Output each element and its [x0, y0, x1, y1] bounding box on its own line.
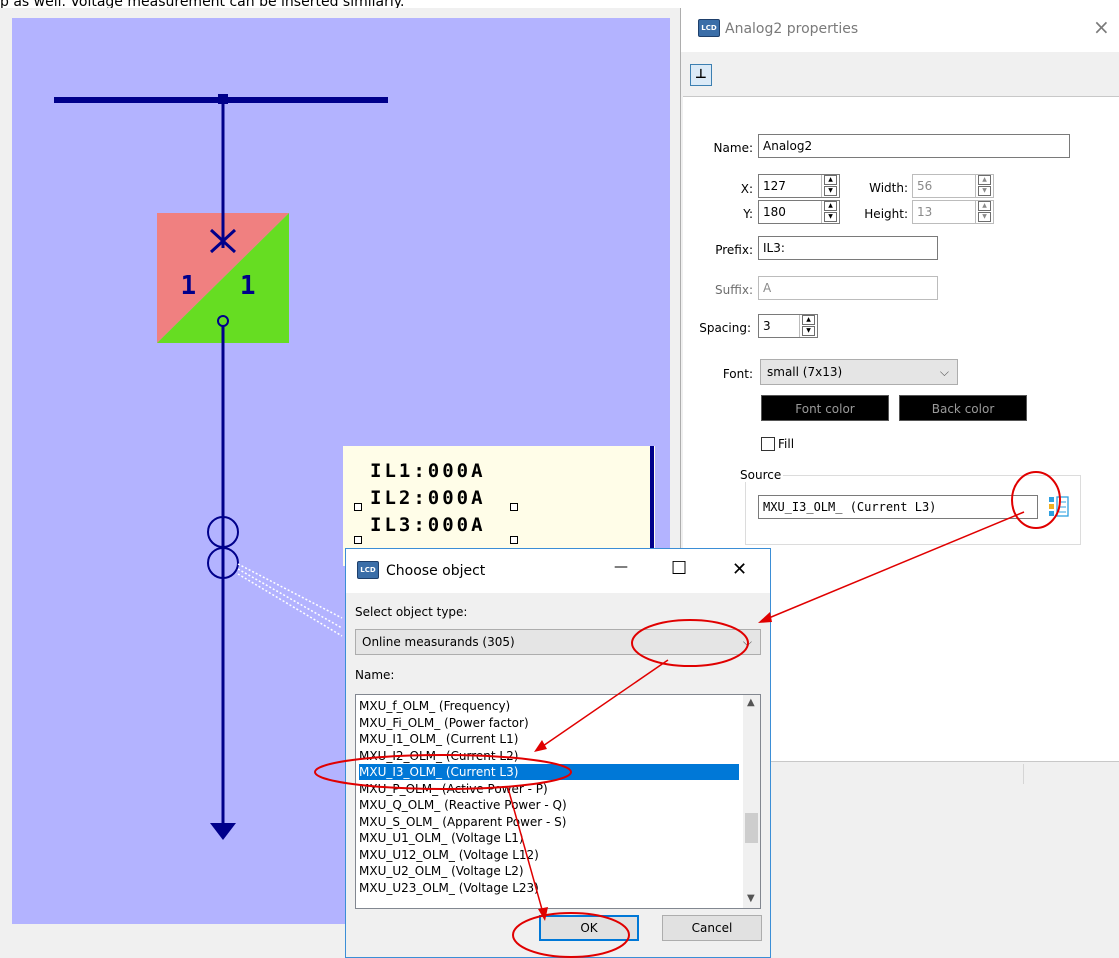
list-item[interactable]: MXU_I1_OLM_ (Current L1) [359, 731, 739, 747]
minimize-icon[interactable]: — [614, 559, 628, 575]
pin-icon: ⊥ [695, 67, 707, 82]
height-spinner[interactable]: ▲ ▼ [975, 201, 993, 223]
spacing-label: Spacing: [699, 321, 751, 335]
list-item[interactable]: MXU_U2_OLM_ (Voltage L2) [359, 863, 739, 879]
name-list-label: Name: [355, 668, 395, 682]
choose-object-dialog: LCD Choose object — ☐ ✕ Select object ty… [345, 548, 771, 958]
height-label: Height: [864, 207, 908, 221]
spacing-field[interactable]: 3 ▲ ▼ [758, 314, 818, 338]
source-field[interactable]: MXU_I3_OLM_ (Current L3) [758, 495, 1038, 519]
x-value: 127 [763, 179, 786, 193]
y-spinner[interactable]: ▲ ▼ [821, 201, 839, 223]
spacing-spinner[interactable]: ▲ ▼ [799, 315, 817, 337]
object-list[interactable]: MXU_f_OLM_ (Frequency) MXU_Fi_OLM_ (Power… [355, 694, 761, 909]
prefix-label: Prefix: [715, 243, 753, 257]
fill-checkbox[interactable] [761, 437, 775, 451]
resize-handle-tl[interactable] [354, 503, 362, 511]
browse-list-icon[interactable] [1047, 495, 1071, 517]
x-spinner[interactable]: ▲ ▼ [821, 175, 839, 197]
width-value: 56 [917, 179, 933, 193]
width-label: Width: [869, 181, 908, 195]
properties-titlebar[interactable]: LCD Analog2 properties × [681, 8, 1119, 52]
lcd-app-icon: LCD [357, 561, 379, 579]
fill-label: Fill [778, 437, 795, 451]
chevron-down-icon: ⌵ [939, 365, 949, 379]
list-scrollbar[interactable]: ▲ ▼ [743, 695, 760, 908]
font-dropdown[interactable]: small (7x13) ⌵ [760, 359, 958, 385]
measurement-il2[interactable]: IL2:000A [370, 487, 486, 509]
properties-title: Analog2 properties [725, 21, 859, 37]
dialog-titlebar[interactable]: LCD Choose object — ☐ ✕ [346, 549, 770, 593]
lcd-app-icon: LCD [698, 19, 720, 37]
list-item[interactable]: MXU_I3_OLM_ (Current L3) [359, 764, 739, 780]
height-field[interactable]: 13 ▲ ▼ [912, 200, 994, 224]
list-item[interactable]: MXU_P_OLM_ (Active Power - P) [359, 781, 739, 797]
x-label: X: [740, 182, 753, 196]
dialog-title: Choose object [386, 563, 486, 579]
cancel-button[interactable]: Cancel [662, 915, 762, 941]
resize-handle-bl[interactable] [354, 536, 362, 544]
resize-handle-br[interactable] [510, 536, 518, 544]
measurement-il3[interactable]: IL3:000A [370, 514, 486, 536]
spacing-value: 3 [763, 319, 771, 333]
switch-label: 1 1 [180, 271, 270, 301]
list-item[interactable]: MXU_I2_OLM_ (Current L2) [359, 748, 739, 764]
scroll-down-icon[interactable]: ▼ [747, 893, 755, 904]
width-spinner[interactable]: ▲ ▼ [975, 175, 993, 197]
list-item[interactable]: MXU_Q_OLM_ (Reactive Power - Q) [359, 797, 739, 813]
width-field[interactable]: 56 ▲ ▼ [912, 174, 994, 198]
status-divider [1023, 764, 1024, 784]
font-label: Font: [722, 367, 753, 381]
pin-button[interactable]: ⊥ [690, 64, 712, 86]
suffix-field[interactable]: A [758, 276, 938, 300]
name-label: Name: [713, 141, 753, 155]
list-item[interactable]: MXU_S_OLM_ (Apparent Power - S) [359, 814, 739, 830]
measurement-il1[interactable]: IL1:000A [370, 460, 486, 482]
y-value: 180 [763, 205, 786, 219]
object-type-dropdown[interactable]: Online measurands (305) ⌵ [355, 629, 761, 655]
chevron-down-icon: ⌵ [742, 635, 752, 649]
list-item[interactable]: MXU_U1_OLM_ (Voltage L1) [359, 830, 739, 846]
suffix-label: Suffix: [715, 283, 753, 297]
feeder-arrow [210, 823, 236, 840]
back-color-button[interactable]: Back color [899, 395, 1027, 421]
x-field[interactable]: 127 ▲ ▼ [758, 174, 840, 198]
ok-button[interactable]: OK [539, 915, 639, 941]
name-field[interactable]: Analog2 [758, 134, 1070, 158]
list-item[interactable]: MXU_f_OLM_ (Frequency) [359, 698, 739, 714]
font-value: small (7x13) [767, 365, 843, 379]
list-item[interactable]: MXU_U12_OLM_ (Voltage L12) [359, 847, 739, 863]
maximize-icon[interactable]: ☐ [671, 558, 687, 579]
current-transformer-symbol [207, 516, 343, 637]
resize-handle-tr[interactable] [510, 503, 518, 511]
scroll-thumb[interactable] [745, 813, 758, 843]
source-group-label: Source [738, 468, 784, 482]
font-color-button[interactable]: Font color [761, 395, 889, 421]
scroll-up-icon[interactable]: ▲ [747, 697, 755, 708]
y-label: Y: [743, 207, 753, 221]
prefix-field[interactable]: IL3: [758, 236, 938, 260]
close-icon[interactable]: × [1093, 15, 1110, 39]
list-item[interactable]: MXU_Fi_OLM_ (Power factor) [359, 715, 739, 731]
close-icon[interactable]: ✕ [732, 559, 747, 580]
object-type-label: Select object type: [355, 605, 468, 619]
object-type-value: Online measurands (305) [362, 635, 515, 649]
list-item[interactable]: MXU_U23_OLM_ (Voltage L23) [359, 880, 739, 896]
y-field[interactable]: 180 ▲ ▼ [758, 200, 840, 224]
height-value: 13 [917, 205, 933, 219]
